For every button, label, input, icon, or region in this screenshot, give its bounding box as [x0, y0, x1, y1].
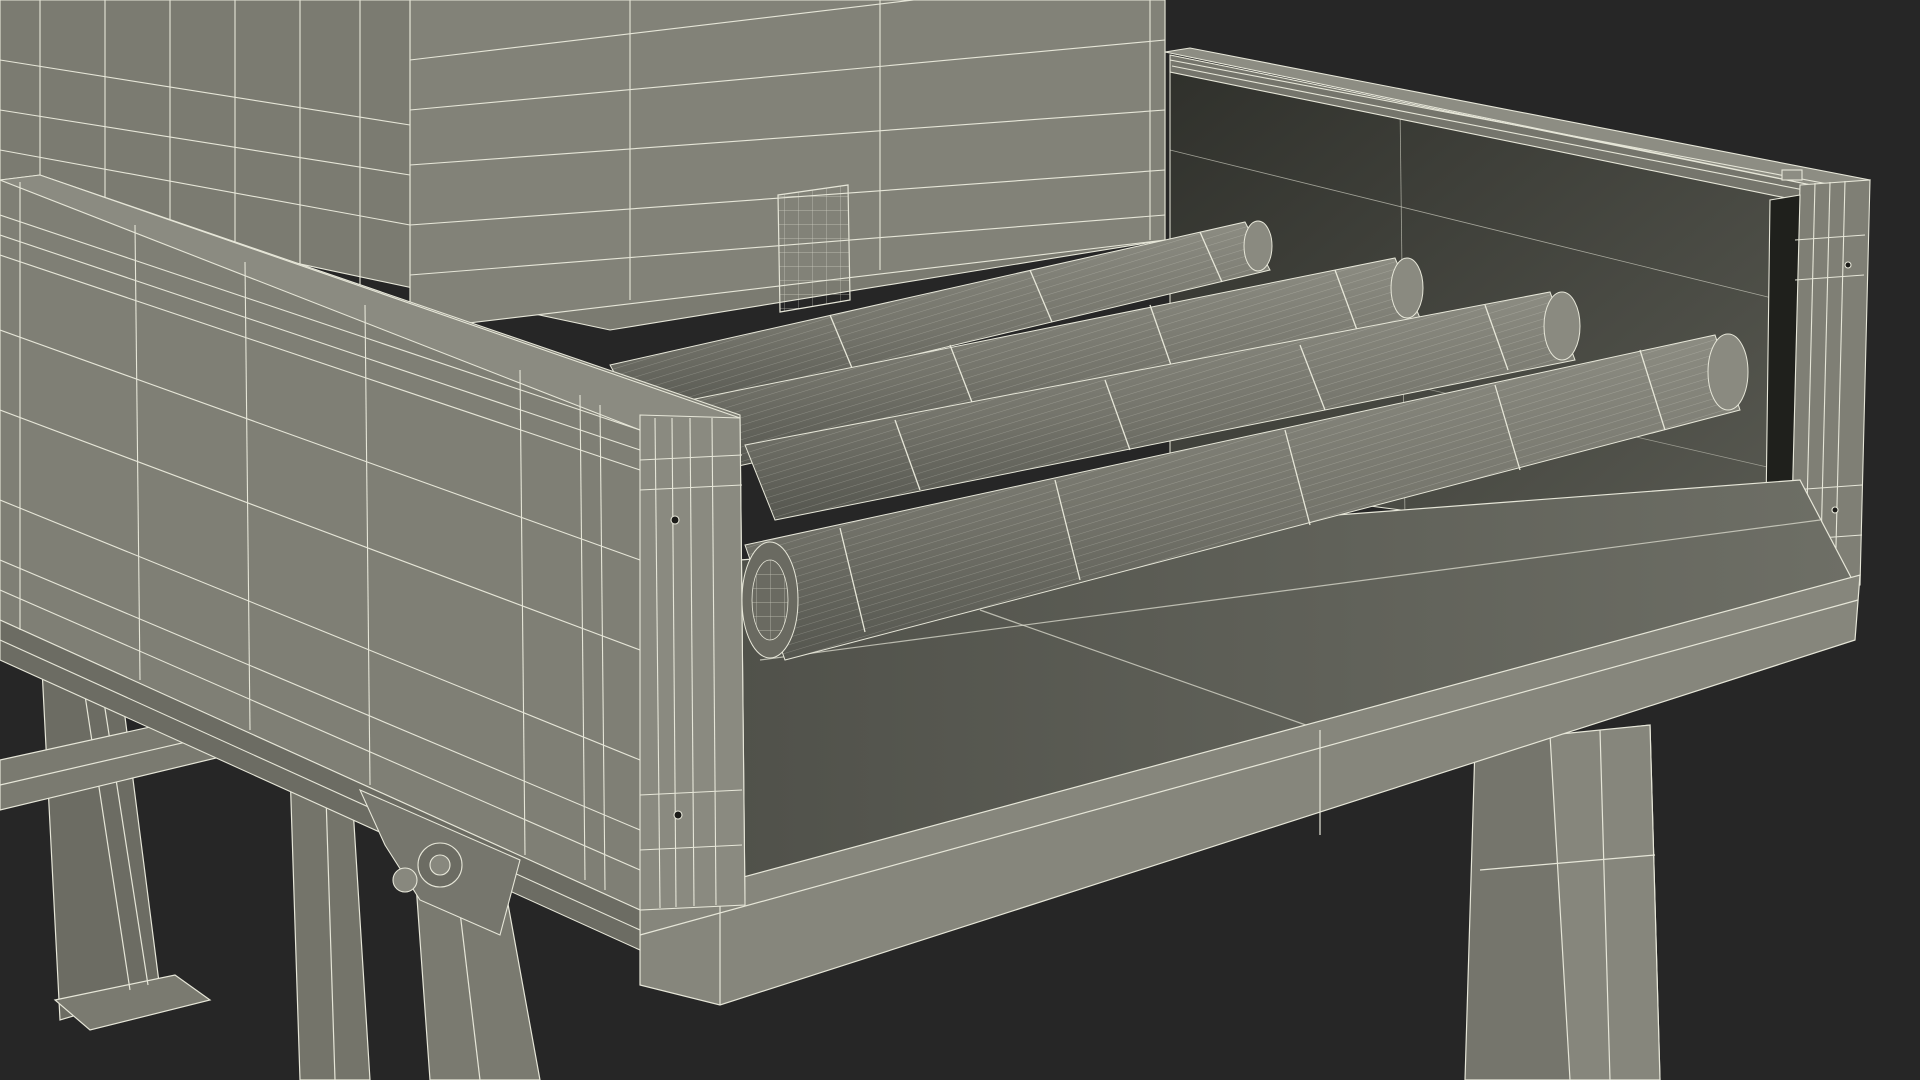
right-support-legs: [1464, 724, 1661, 1080]
wireframe-conveyor-render: [0, 0, 1920, 1080]
